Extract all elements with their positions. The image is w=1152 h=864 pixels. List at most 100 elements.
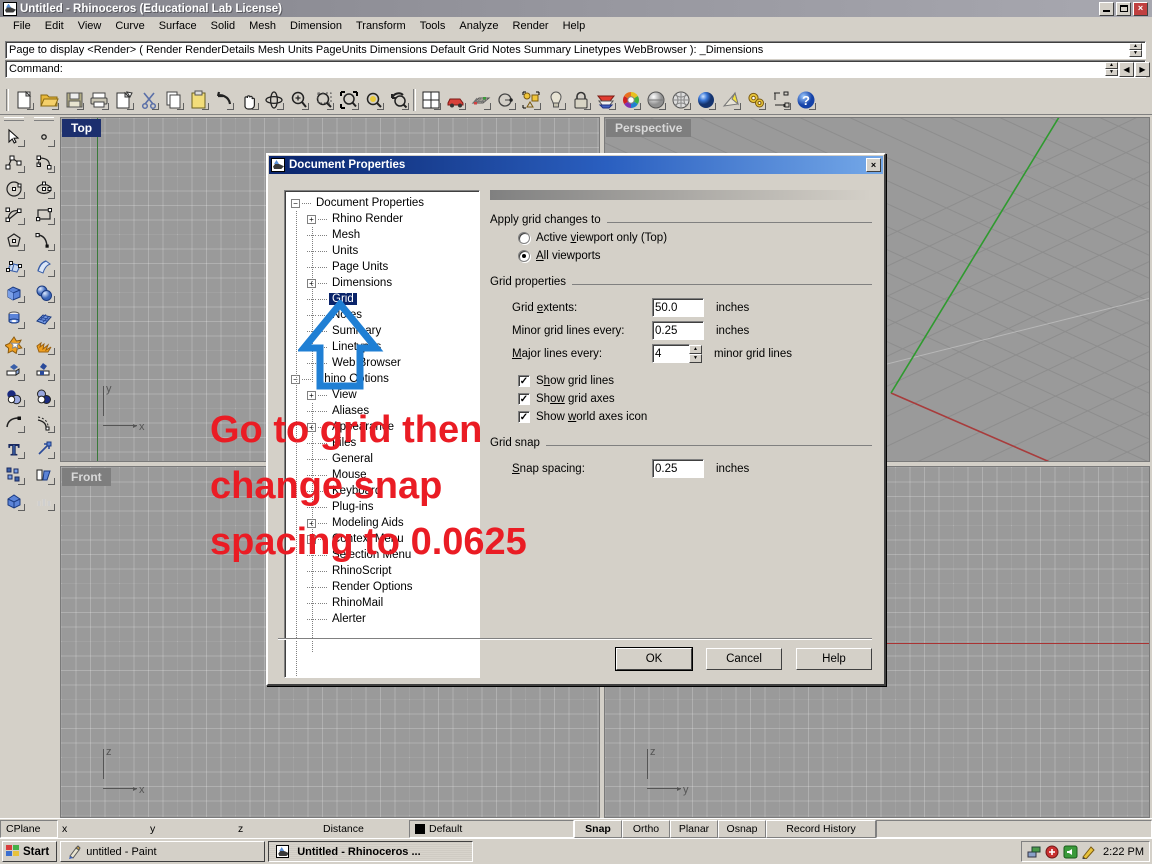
menu-tools[interactable]: Tools [413, 18, 453, 34]
viewport-label-perspective[interactable]: Perspective [606, 119, 692, 137]
menu-edit[interactable]: Edit [38, 18, 71, 34]
status-toggle-snap[interactable]: Snap [574, 820, 622, 838]
cylinder-icon[interactable] [1, 306, 27, 332]
tree-item-rhino-render[interactable]: + Rhino Render [289, 211, 479, 227]
polygon-icon[interactable] [1, 228, 27, 254]
checkbox-show-grid-axes[interactable]: ✓ Show grid axes [518, 393, 872, 405]
tree-item-mesh[interactable]: Mesh [289, 227, 479, 243]
surface-srf-pt-icon[interactable] [1, 254, 27, 280]
dimension-icon[interactable] [768, 87, 793, 112]
snap-spacing-input[interactable]: 0.25 [652, 459, 704, 478]
dialog-close-button[interactable]: × [866, 158, 881, 172]
status-toggle-planar[interactable]: Planar [670, 820, 718, 838]
checkbox-icon-checked[interactable]: ✓ [518, 411, 530, 423]
car-icon[interactable] [443, 87, 468, 112]
taskbar-item-rhinoceros[interactable]: Untitled - Rhinoceros ... [268, 841, 474, 862]
osnap-icon[interactable] [31, 488, 57, 514]
minor-grid-lines-input[interactable]: 0.25 [652, 321, 704, 340]
toolbar-grip-left-2[interactable] [34, 117, 54, 121]
save-icon[interactable] [61, 87, 86, 112]
cut-icon[interactable] [136, 87, 161, 112]
fillet-icon[interactable] [1, 410, 27, 436]
command-history-scrollbar[interactable]: ▲ ▼ [1129, 43, 1143, 57]
flat-shade-icon[interactable] [718, 87, 743, 112]
antivirus-icon[interactable] [1045, 845, 1060, 859]
start-button[interactable]: Start [2, 841, 58, 862]
new-file-icon[interactable] [11, 87, 36, 112]
tree-item-summary[interactable]: Summary [289, 323, 479, 339]
tree-item-render-options[interactable]: Render Options [289, 579, 479, 595]
polyline-icon[interactable] [1, 150, 27, 176]
rotate-copy-icon[interactable] [31, 462, 57, 488]
viewport-label-front[interactable]: Front [62, 468, 111, 486]
scroll-up-icon[interactable]: ▲ [1129, 43, 1142, 50]
tree-item-linetypes[interactable]: Linetypes [289, 339, 479, 355]
viewport-label-top[interactable]: Top [62, 119, 102, 137]
command-scroll-up-icon[interactable]: ▲ [1105, 62, 1118, 69]
surface-grid-icon[interactable] [31, 306, 57, 332]
shaded-sphere-icon[interactable] [643, 87, 668, 112]
curve-interp-icon[interactable] [31, 150, 57, 176]
help-button[interactable]: Help [796, 648, 872, 670]
sphere-pair-icon[interactable] [31, 280, 57, 306]
render-sphere-icon[interactable] [693, 87, 718, 112]
lock-icon[interactable] [568, 87, 593, 112]
radio-active-viewport-only[interactable]: Active viewport only (Top) [518, 232, 872, 244]
arc-icon[interactable] [1, 202, 27, 228]
extrude-icon[interactable] [1, 358, 27, 384]
taskbar-clock[interactable]: 2:22 PM [1099, 846, 1144, 858]
select-arrow-icon[interactable] [1, 124, 27, 150]
surface-loft-icon[interactable] [31, 254, 57, 280]
circle-icon[interactable] [1, 176, 27, 202]
open-folder-icon[interactable] [36, 87, 61, 112]
ellipse-icon[interactable] [31, 176, 57, 202]
command-scroll-down-icon[interactable]: ▼ [1105, 69, 1118, 76]
split-icon[interactable] [31, 358, 57, 384]
checkbox-icon-checked[interactable]: ✓ [518, 375, 530, 387]
menu-render[interactable]: Render [506, 18, 556, 34]
tree-toggle-minus-icon[interactable]: − [291, 198, 300, 208]
menu-analyze[interactable]: Analyze [452, 18, 505, 34]
zoom-in-icon[interactable] [286, 87, 311, 112]
checkbox-show-world-axes-icon[interactable]: ✓ Show world axes icon [518, 411, 872, 423]
status-layer[interactable]: Default [409, 820, 574, 838]
menu-curve[interactable]: Curve [108, 18, 151, 34]
tree-item-dimensions[interactable]: + Dimensions [289, 275, 479, 291]
menu-mesh[interactable]: Mesh [242, 18, 283, 34]
menu-view[interactable]: View [71, 18, 109, 34]
tree-item-alerter[interactable]: Alerter [289, 611, 479, 627]
maximize-button[interactable] [1116, 1, 1131, 16]
transform-move-icon[interactable] [31, 436, 57, 462]
radio-icon[interactable] [518, 232, 530, 244]
explode-icon[interactable] [31, 332, 57, 358]
shade-icon[interactable] [493, 87, 518, 112]
menu-file[interactable]: File [6, 18, 38, 34]
ok-button[interactable]: OK [616, 648, 692, 670]
print-icon[interactable] [86, 87, 111, 112]
taskbar-item-paint[interactable]: untitled - Paint [60, 841, 266, 862]
box-icon[interactable] [1, 280, 27, 306]
volume-icon[interactable] [1063, 845, 1078, 859]
major-lines-spinner[interactable]: ▲ ▼ [689, 344, 702, 363]
network-icon[interactable] [1027, 845, 1042, 859]
wireframe-sphere-icon[interactable] [668, 87, 693, 112]
zoom-selected-icon[interactable] [361, 87, 386, 112]
tree-item-units[interactable]: Units [289, 243, 479, 259]
menu-transform[interactable]: Transform [349, 18, 413, 34]
status-cplane[interactable]: CPlane [0, 820, 58, 838]
status-record-history[interactable]: Record History [766, 820, 876, 838]
major-lines-input[interactable]: 4 [652, 344, 690, 363]
cancel-button[interactable]: Cancel [706, 648, 782, 670]
array-icon[interactable] [1, 462, 27, 488]
tree-item-rhino-options[interactable]: − Rhino Options [289, 371, 479, 387]
menu-solid[interactable]: Solid [204, 18, 242, 34]
options-gears-icon[interactable] [743, 87, 768, 112]
radio-icon-selected[interactable] [518, 250, 530, 262]
undo-icon[interactable] [211, 87, 236, 112]
menu-surface[interactable]: Surface [152, 18, 204, 34]
render-mesh-icon[interactable] [468, 87, 493, 112]
viewport-layout-icon[interactable] [418, 87, 443, 112]
boolean-union-icon[interactable] [1, 332, 27, 358]
pencil-icon[interactable] [1081, 845, 1096, 859]
object-properties-icon[interactable] [518, 87, 543, 112]
